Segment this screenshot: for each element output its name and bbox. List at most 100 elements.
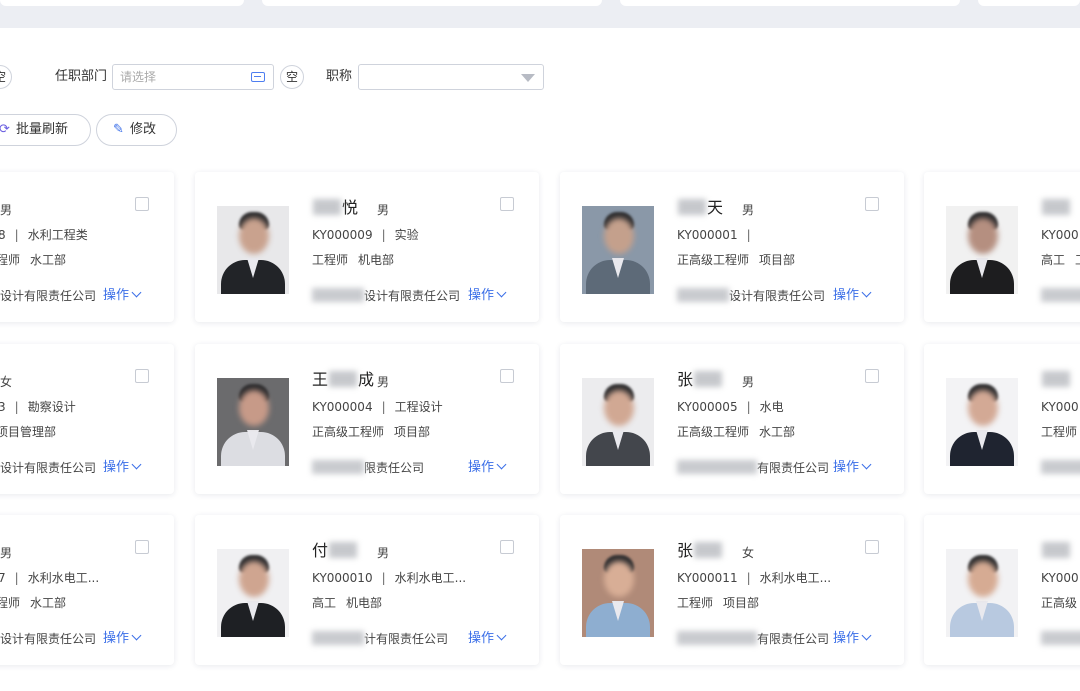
- org-tree-icon[interactable]: [251, 72, 265, 82]
- card-action-menu[interactable]: 操作: [468, 630, 507, 648]
- employee-code-line: KY000011 | 水利水电工...: [677, 570, 831, 586]
- employee-title-line: 正高级: [1041, 595, 1080, 611]
- employee-card[interactable]: 男 8 | 水利工程类 程师 水工部 设计有限责任公司 操作: [0, 172, 174, 322]
- name-redaction: [329, 542, 358, 558]
- employee-card[interactable]: 张女 KY000011 | 水利水电工... 工程师 项目部 有限责任公司 操作: [560, 515, 904, 665]
- company-redaction: [312, 631, 364, 645]
- select-checkbox[interactable]: [865, 369, 879, 383]
- separator: |: [14, 400, 19, 414]
- employee-card[interactable]: 男 7 | 水利水电工... 程师 水工部 设计有限责任公司 操作: [0, 515, 174, 665]
- select-checkbox[interactable]: [865, 540, 879, 554]
- refresh-icon: ⟳: [0, 122, 10, 137]
- employee-company-text: 设计有限责任公司: [364, 289, 461, 303]
- clear-button[interactable]: 空: [0, 65, 12, 89]
- employee-card[interactable]: 悦 男 KY000009 | 实验 工程师 机电部 设计有限责任公司 操作: [195, 172, 539, 322]
- separator: |: [14, 228, 19, 242]
- employee-card[interactable]: 张 男 KY000005 | 水电 正高级工程师 水工部 有限责任公司 操作: [560, 344, 904, 494]
- avatar: [582, 206, 654, 294]
- employee-card[interactable]: 付 男 KY000010 | 水利水电工... 高工 机电部 计有限责任公司 操作: [195, 515, 539, 665]
- employee-company-text: 计有限责任公司: [364, 632, 449, 646]
- employee-name: 悦: [312, 198, 358, 218]
- card-action-label: 操作: [103, 460, 130, 475]
- select-checkbox[interactable]: [500, 540, 514, 554]
- employee-title: 程师: [0, 596, 21, 610]
- select-checkbox[interactable]: [135, 369, 149, 383]
- employee-specialty: 水利工程类: [27, 228, 88, 242]
- avatar-face: [968, 561, 998, 597]
- employee-card[interactable]: 女 3 | 勘察设计 项目管理部 设计有限责任公司 操作: [0, 344, 174, 494]
- dept-filter-label: 任职部门: [55, 69, 108, 84]
- employee-name: 张: [677, 541, 723, 561]
- chevron-down-icon: [131, 459, 142, 470]
- top-tab[interactable]: [0, 0, 244, 6]
- employee-card[interactable]: KY000 工程师: [924, 344, 1080, 494]
- card-action-menu[interactable]: 操作: [468, 459, 507, 477]
- employee-name-prefix: 张: [677, 370, 694, 389]
- card-action-menu[interactable]: 操作: [103, 287, 142, 305]
- employee-card[interactable]: 王成男 KY000004 | 工程设计 正高级工程师 项目部 限责任公司 操作: [195, 344, 539, 494]
- employee-gender: 男: [377, 546, 390, 560]
- top-tab[interactable]: [978, 0, 1080, 6]
- top-tab[interactable]: [262, 0, 602, 6]
- employee-name: 天: [677, 198, 723, 218]
- card-action-menu[interactable]: 操作: [833, 459, 872, 477]
- employee-gender: 女: [742, 546, 755, 560]
- chevron-down-icon: [131, 630, 142, 641]
- edit-icon: ✎: [113, 122, 124, 137]
- employee-name: [1041, 541, 1071, 561]
- top-tab[interactable]: [620, 0, 960, 6]
- name-redaction: [1042, 371, 1070, 387]
- top-tabs-band: [0, 0, 1080, 28]
- chevron-down-icon: [861, 459, 872, 470]
- employee-name-suffix: 成: [358, 370, 375, 389]
- card-action-menu[interactable]: 操作: [468, 287, 507, 305]
- dept-select[interactable]: 请选择: [112, 64, 274, 90]
- employee-code-line: KY000005 | 水电: [677, 399, 784, 415]
- clear-dept-button[interactable]: 空: [280, 65, 304, 89]
- avatar-face: [968, 218, 998, 254]
- select-checkbox[interactable]: [500, 369, 514, 383]
- employee-panel: 空 任职部门 请选择 空 职称 ⟳ 批量刷新 ✎ 修改 男8|水利工程类程师水工…: [0, 28, 1080, 691]
- employee-dept: 水工部: [30, 253, 67, 267]
- select-checkbox[interactable]: [500, 197, 514, 211]
- employee-company-text: 有限责任公司: [757, 461, 830, 475]
- select-checkbox[interactable]: [135, 540, 149, 554]
- employee-title: 高工: [1041, 253, 1066, 267]
- card-action-menu[interactable]: 操作: [103, 459, 142, 477]
- employee-company: [1041, 460, 1080, 476]
- employee-card[interactable]: KY000 高工工: [924, 172, 1080, 322]
- avatar: [582, 549, 654, 637]
- chevron-down-icon: [131, 287, 142, 298]
- employee-card[interactable]: KY000 正高级: [924, 515, 1080, 665]
- company-redaction: [677, 631, 757, 645]
- edit-label: 修改: [130, 122, 157, 137]
- employee-code: KY000: [1041, 228, 1079, 242]
- employee-company: [1041, 631, 1080, 647]
- avatar-face: [968, 390, 998, 426]
- employee-code-line: KY000: [1041, 227, 1080, 243]
- select-checkbox[interactable]: [135, 197, 149, 211]
- employee-title-line: 程师 水工部: [0, 595, 66, 611]
- name-redaction: [694, 542, 723, 558]
- batch-refresh-button[interactable]: ⟳ 批量刷新: [0, 114, 91, 146]
- avatar: [946, 549, 1018, 637]
- card-action-label: 操作: [103, 288, 130, 303]
- card-action-menu[interactable]: 操作: [103, 630, 142, 648]
- employee-code: 7: [0, 571, 6, 585]
- employee-specialty: 水利水电工...: [759, 571, 832, 585]
- card-action-menu[interactable]: 操作: [833, 287, 872, 305]
- employee-name-prefix: 王: [312, 370, 329, 389]
- title-select[interactable]: [358, 64, 544, 90]
- employee-title-line: 高工工: [1041, 252, 1080, 268]
- employee-gender: 男: [377, 375, 390, 389]
- employee-title: 项目管理部: [0, 425, 57, 439]
- edit-button[interactable]: ✎ 修改: [96, 114, 177, 146]
- employee-name-suffix: 悦: [342, 198, 359, 217]
- card-action-menu[interactable]: 操作: [833, 630, 872, 648]
- employee-card[interactable]: 天 男 KY000001 | 正高级工程师 项目部 设计有限责任公司 操作: [560, 172, 904, 322]
- chevron-down-icon[interactable]: [521, 74, 535, 82]
- employee-name: 张: [677, 370, 723, 390]
- avatar-face: [604, 390, 634, 426]
- select-checkbox[interactable]: [865, 197, 879, 211]
- employee-name: [1041, 198, 1071, 218]
